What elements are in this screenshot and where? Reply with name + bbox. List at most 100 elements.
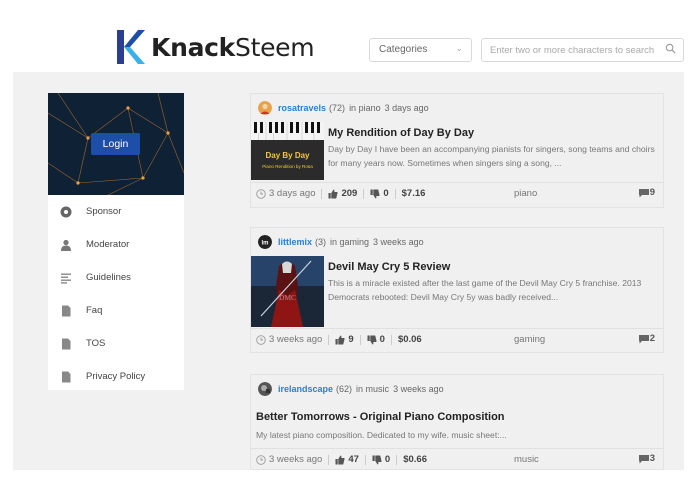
document-icon <box>59 304 73 318</box>
comments-count-button[interactable]: 2 <box>638 333 655 344</box>
post-author[interactable]: rosatravels <box>278 103 326 113</box>
downvote-count: 0 <box>384 454 391 465</box>
post-tag[interactable]: music <box>514 454 539 465</box>
downvote-icon[interactable] <box>367 335 377 345</box>
post-card[interactable]: irelandscape (62) in music 3 weeks ago B… <box>250 374 664 470</box>
upvote-icon[interactable] <box>335 335 345 345</box>
clock-icon <box>256 334 266 345</box>
login-button[interactable]: Login <box>91 133 140 155</box>
downvote-count: 0 <box>383 188 389 199</box>
site-header: KnackSteem Categories ⌄ Enter two or mor… <box>0 0 697 72</box>
post-payout[interactable]: $0.06 <box>398 334 422 345</box>
post-card[interactable]: lm littlemix (3) in gaming 3 weeks ago D… <box>250 227 664 353</box>
list-icon <box>59 271 73 285</box>
login-banner: Login <box>48 93 184 195</box>
post-footer: 3 weeks ago 47 0 $0.66 music 3 <box>251 448 663 470</box>
comments-count: 2 <box>649 333 655 344</box>
post-author[interactable]: littlemix <box>278 237 312 247</box>
comment-icon <box>638 454 649 463</box>
svg-text:lm: lm <box>261 241 268 247</box>
sponsor-icon <box>59 205 73 219</box>
thumb-title-text: Day By Day <box>265 151 310 160</box>
category-select-value: Categories <box>379 44 428 55</box>
post-header: rosatravels (72) in piano 3 days ago <box>251 94 663 122</box>
document-icon <box>59 370 73 384</box>
upvote-count: 47 <box>348 454 359 465</box>
svg-text:DMC: DMC <box>279 293 296 302</box>
chevron-down-icon: ⌄ <box>455 43 463 53</box>
sidebar-item-label: TOS <box>86 338 106 349</box>
sidebar: Login Sponsor Moderator Guidelines Faq T… <box>48 93 184 390</box>
search-icon[interactable] <box>665 43 676 54</box>
clock-icon <box>256 454 266 465</box>
sidebar-item-faq[interactable]: Faq <box>48 294 184 327</box>
knacksteem-logo-icon <box>117 30 145 64</box>
divider <box>321 188 323 199</box>
avatar[interactable] <box>258 101 272 115</box>
divider <box>364 454 366 465</box>
post-title[interactable]: Devil May Cry 5 Review <box>328 261 450 273</box>
logo-wordmark: KnackSteem <box>151 32 315 62</box>
comments-count-button[interactable]: 9 <box>638 187 655 198</box>
post-footer-time: 3 days ago <box>269 188 316 199</box>
post-category[interactable]: in gaming <box>330 237 369 247</box>
sidebar-menu: Sponsor Moderator Guidelines Faq TOS Pri… <box>48 195 184 393</box>
divider <box>390 334 392 345</box>
downvote-icon[interactable] <box>370 189 380 199</box>
sidebar-item-label: Faq <box>86 305 103 316</box>
post-thumbnail[interactable]: Day By Day Piano Rendition by Rosa <box>251 122 324 180</box>
sidebar-item-moderator[interactable]: Moderator <box>48 228 184 261</box>
post-footer: 3 weeks ago 9 0 $0.06 gaming 2 <box>251 328 663 350</box>
divider <box>396 454 398 465</box>
post-body: Day By Day Piano Rendition by Rosa My Re… <box>251 122 663 182</box>
post-time: 3 weeks ago <box>373 237 424 247</box>
avatar[interactable]: lm <box>258 235 272 249</box>
sidebar-item-label: Privacy Policy <box>86 371 146 382</box>
post-tag[interactable]: piano <box>514 188 537 199</box>
sidebar-item-label: Sponsor <box>86 206 122 217</box>
post-payout[interactable]: $7.16 <box>402 188 426 199</box>
post-title[interactable]: My Rendition of Day By Day <box>328 127 474 139</box>
sidebar-item-tos[interactable]: TOS <box>48 327 184 360</box>
post-time: 3 weeks ago <box>393 384 444 394</box>
upvote-icon[interactable] <box>335 455 345 465</box>
post-payout[interactable]: $0.66 <box>403 454 427 465</box>
divider <box>328 454 330 465</box>
post-time: 3 days ago <box>384 103 429 113</box>
upvote-count: 209 <box>341 188 358 199</box>
downvote-icon[interactable] <box>372 455 382 465</box>
post-footer-time: 3 weeks ago <box>269 454 323 465</box>
divider <box>394 188 396 199</box>
post-author[interactable]: irelandscape <box>278 384 333 394</box>
post-card[interactable]: rosatravels (72) in piano 3 days ago Day… <box>250 93 664 208</box>
upvote-icon[interactable] <box>328 189 339 199</box>
post-footer: 3 days ago 209 0 $7.16 piano 9 <box>251 182 663 204</box>
post-thumbnail[interactable]: DMC <box>251 256 324 327</box>
site-logo[interactable]: KnackSteem <box>115 28 315 66</box>
post-title[interactable]: Better Tomorrows - Original Piano Compos… <box>256 411 505 423</box>
sidebar-item-sponsor[interactable]: Sponsor <box>48 195 184 228</box>
sidebar-item-privacy-policy[interactable]: Privacy Policy <box>48 360 184 393</box>
post-excerpt: This is a miracle existed after the last… <box>328 278 642 302</box>
sidebar-item-guidelines[interactable]: Guidelines <box>48 261 184 294</box>
post-excerpt: Day by Day I have been an accompanying p… <box>328 144 655 168</box>
search-input[interactable]: Enter two or more characters to search <box>481 38 684 62</box>
avatar[interactable] <box>258 382 272 396</box>
post-excerpt: My latest piano composition. Dedicated t… <box>256 430 507 440</box>
divider <box>359 334 361 345</box>
comments-count: 3 <box>649 453 655 464</box>
category-select[interactable]: Categories ⌄ <box>369 38 472 62</box>
search-placeholder: Enter two or more characters to search <box>490 45 655 56</box>
thumb-subtitle-text: Piano Rendition by Rosa <box>262 164 313 169</box>
comments-count-button[interactable]: 3 <box>638 453 655 464</box>
post-category[interactable]: in music <box>356 384 389 394</box>
post-category[interactable]: in piano <box>349 103 381 113</box>
upvote-count: 9 <box>348 334 354 345</box>
comment-icon <box>638 334 649 343</box>
document-icon <box>59 337 73 351</box>
post-tag[interactable]: gaming <box>514 334 545 345</box>
user-icon <box>59 238 73 252</box>
clock-icon <box>256 188 266 199</box>
sidebar-item-label: Guidelines <box>86 272 131 283</box>
comments-count: 9 <box>649 187 655 198</box>
